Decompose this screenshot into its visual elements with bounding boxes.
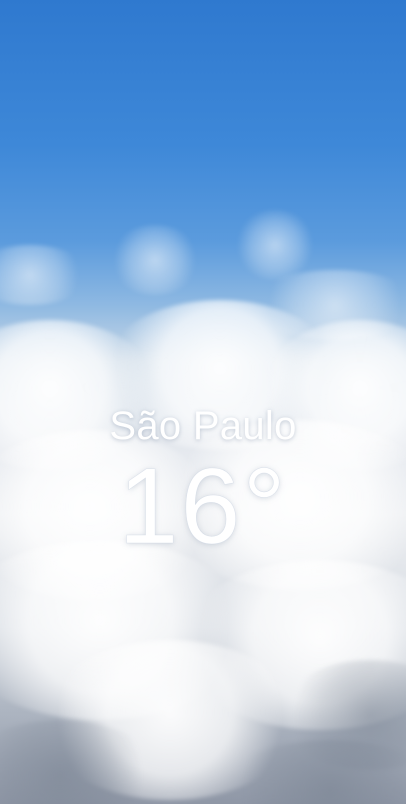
wispy-cloud [235,210,315,280]
current-temperature: 16° [118,445,288,566]
wispy-cloud [0,245,90,305]
sky-background [0,0,406,804]
location-name: São Paulo [109,404,297,448]
wispy-cloud [110,225,200,295]
